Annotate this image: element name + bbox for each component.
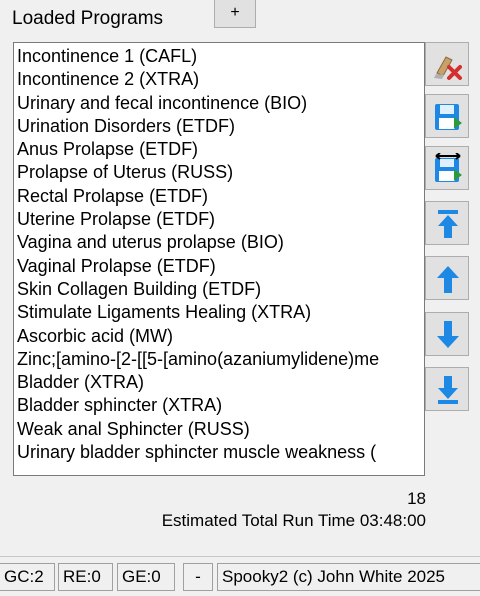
program-list-item[interactable]: Skin Collagen Building (ETDF) bbox=[17, 278, 424, 301]
program-list-item[interactable]: Vaginal Prolapse (ETDF) bbox=[17, 255, 424, 278]
program-list-item[interactable]: Zinc;[amino-[2-[[5-[amino(azaniumylidene… bbox=[17, 348, 424, 371]
program-list-item[interactable]: Incontinence 1 (CAFL) bbox=[17, 45, 424, 68]
program-list-item[interactable]: Stimulate Ligaments Healing (XTRA) bbox=[17, 301, 424, 324]
program-list-item[interactable]: Incontinence 2 (XTRA) bbox=[17, 68, 424, 91]
copyright-status: Spooky2 (c) John White 2025 bbox=[217, 563, 480, 591]
broom-delete-icon bbox=[434, 56, 462, 80]
arrow-to-top-icon bbox=[438, 210, 458, 238]
move-bottom-button[interactable] bbox=[425, 367, 469, 411]
program-list-item[interactable]: Vagina and uterus prolapse (BIO) bbox=[17, 231, 424, 254]
save-button[interactable] bbox=[425, 94, 469, 138]
arrow-down-icon bbox=[437, 321, 459, 348]
gc-status: GC:2 bbox=[0, 563, 55, 591]
clear-button[interactable] bbox=[425, 42, 469, 86]
move-up-button[interactable] bbox=[425, 256, 469, 300]
program-list-item[interactable]: Uterine Prolapse (ETDF) bbox=[17, 208, 424, 231]
program-list-item[interactable]: Bladder sphincter (XTRA) bbox=[17, 394, 424, 417]
program-list-item[interactable]: Bladder (XTRA) bbox=[17, 371, 424, 394]
program-list[interactable]: Incontinence 1 (CAFL) Incontinence 2 (XTR… bbox=[13, 42, 425, 476]
program-list-item[interactable]: Prolapse of Uterus (RUSS) bbox=[17, 161, 424, 184]
save-as-button[interactable] bbox=[425, 146, 469, 190]
loaded-programs-label: Loaded Programs bbox=[12, 8, 164, 29]
program-list-item[interactable]: Urination Disorders (ETDF) bbox=[17, 115, 424, 138]
program-list-item[interactable]: Rectal Prolapse (ETDF) bbox=[17, 185, 424, 208]
save-arrows-icon bbox=[435, 153, 462, 182]
program-list-item[interactable]: Anus Prolapse (ETDF) bbox=[17, 138, 424, 161]
estimated-run-time: Estimated Total Run Time 03:48:00 bbox=[161, 511, 426, 530]
program-list-item[interactable]: Ascorbic acid (MW) bbox=[17, 325, 424, 348]
program-list-item[interactable]: Urinary and fecal incontinence (BIO) bbox=[17, 92, 424, 115]
re-status: RE:0 bbox=[58, 563, 113, 591]
program-list-item[interactable]: Urinary bladder sphincter muscle weaknes… bbox=[17, 441, 424, 464]
arrow-up-icon bbox=[437, 266, 459, 293]
separator-status: - bbox=[183, 563, 213, 591]
add-program-button[interactable]: + bbox=[214, 0, 256, 28]
move-down-button[interactable] bbox=[425, 312, 469, 356]
move-top-button[interactable] bbox=[425, 201, 469, 245]
program-count: 18 bbox=[407, 489, 426, 508]
ge-status: GE:0 bbox=[117, 563, 175, 591]
save-icon bbox=[435, 104, 462, 130]
arrow-to-bottom-icon bbox=[438, 376, 458, 404]
status-bar: GC:2 RE:0 GE:0 - Spooky2 (c) John White … bbox=[0, 556, 480, 596]
program-list-item[interactable]: Weak anal Sphincter (RUSS) bbox=[17, 418, 424, 441]
